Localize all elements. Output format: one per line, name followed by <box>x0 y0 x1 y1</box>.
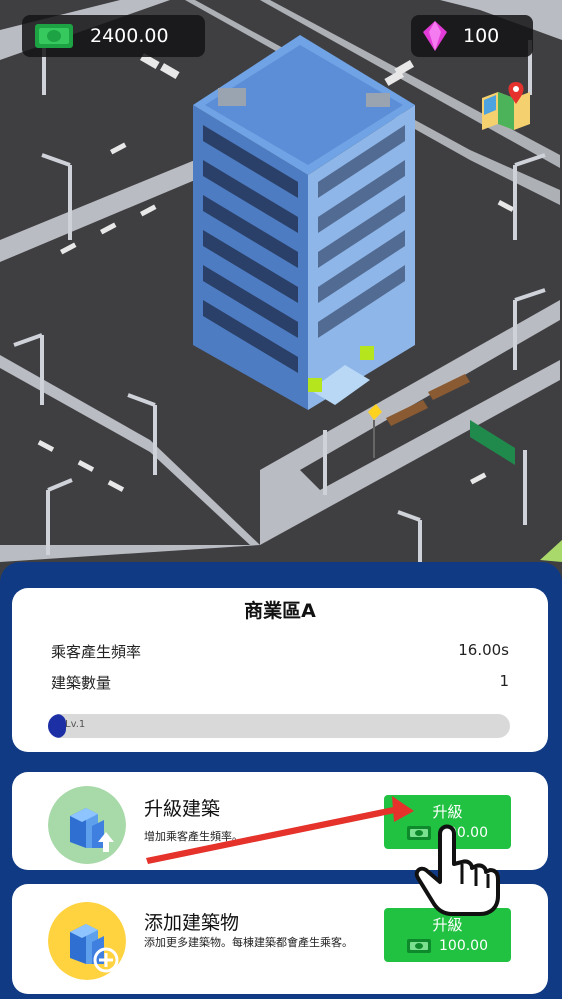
building-info-card: 商業區A 乘客產生頻率 16.00s 建築數量 1 Lv.1 <box>12 588 548 752</box>
level-progress-bar: Lv.1 <box>48 714 510 738</box>
add-building-icon <box>48 902 126 980</box>
cash-display: 2400.00 <box>22 15 205 57</box>
cash-amount: 2400.00 <box>90 25 169 47</box>
upgrade-button-label: 升級 <box>432 803 463 821</box>
gem-amount: 100 <box>463 25 500 47</box>
district-title: 商業區A <box>244 600 316 622</box>
map-icon <box>482 82 530 130</box>
add-building-title: 添加建築物 <box>144 912 240 934</box>
stat-value-passenger-rate: 16.00s <box>458 641 509 659</box>
map-button[interactable] <box>478 80 534 132</box>
cash-icon <box>407 939 431 953</box>
stat-value-building-count: 1 <box>499 672 509 690</box>
upgrade-building-icon <box>48 786 126 864</box>
add-cost-value: 100.00 <box>439 938 488 954</box>
gem-display: 100 <box>411 15 533 57</box>
add-cost: 100.00 <box>384 938 511 954</box>
level-progress-fill <box>48 714 66 738</box>
gem-icon <box>423 21 447 51</box>
upgrade-building-title: 升級建築 <box>144 798 221 820</box>
level-label: Lv.1 <box>65 719 86 730</box>
pointing-hand-icon <box>414 824 500 916</box>
cash-icon <box>35 24 73 48</box>
upgrade-building-description: 增加乘客產生頻率。 <box>144 830 243 843</box>
stat-label-passenger-rate: 乘客產生頻率 <box>51 643 142 661</box>
add-building-description: 添加更多建築物。每棟建築都會產生乘客。 <box>144 936 353 949</box>
stat-label-building-count: 建築數量 <box>51 674 112 692</box>
